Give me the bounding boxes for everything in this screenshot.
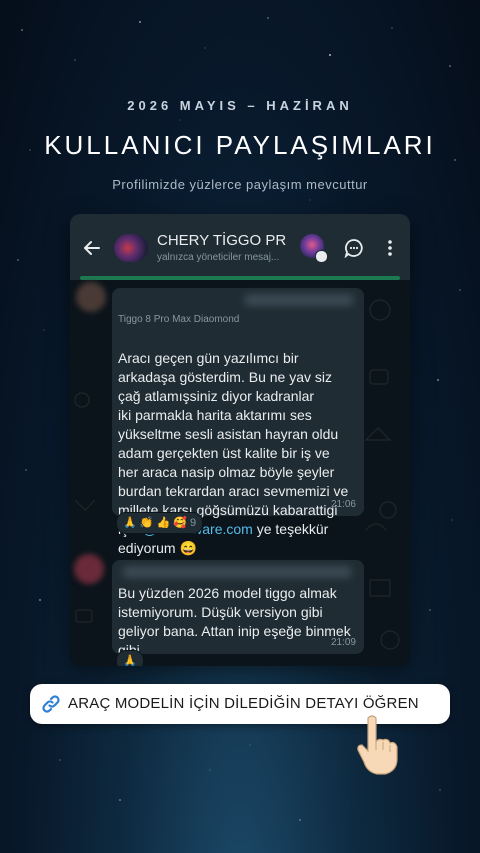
chat-bubble-icon[interactable]: [344, 238, 364, 258]
message-bubble[interactable]: Bu yüzden 2026 model tiggo almak istemiy…: [112, 560, 364, 658]
sender-tag: Tiggo 8 Pro Max Diaomond: [118, 314, 240, 325]
message-time: 21:06: [330, 499, 356, 510]
message-list[interactable]: Tiggo 8 Pro Max Diaomond Aracı geçen gün…: [70, 280, 410, 666]
chat-subtitle: yalnızca yöneticiler mesaj...: [157, 252, 280, 263]
reaction-bar[interactable]: 🙏: [116, 650, 144, 666]
reaction-count: 9: [190, 517, 197, 529]
message-text: Bu yüzden 2026 model tiggo almak istemiy…: [118, 585, 351, 658]
arrow-left-icon[interactable]: [82, 238, 102, 258]
more-vertical-icon[interactable]: [380, 238, 400, 258]
pointing-hand-icon: [357, 715, 398, 775]
chat-header: CHERY TİGGO PR... yalnızca yöneticiler m…: [70, 214, 410, 280]
page-caption: Profilimizde yüzlerce paylaşım mevcuttur: [112, 177, 368, 192]
reaction-emojis: 🙏: [123, 655, 137, 666]
sender-name-blurred: [244, 294, 354, 306]
chat-screenshot: CHERY TİGGO PR... yalnızca yöneticiler m…: [70, 214, 410, 666]
date-range: 2026 MAYIS – HAZİRAN: [127, 98, 353, 113]
sender-avatar[interactable]: [74, 554, 104, 584]
reaction-emojis: 🙏 👏 👍 🥰: [123, 517, 187, 529]
cta-label: ARAÇ MODELİN İÇİN DİLEDİĞİN DETAYI ÖĞREN: [68, 695, 419, 712]
message-time: 21:09: [330, 637, 356, 648]
verified-badge-icon: [315, 250, 328, 263]
link-icon: [42, 695, 60, 713]
sender-avatar[interactable]: [76, 282, 106, 312]
page-title: KULLANICI PAYLAŞIMLARI: [44, 130, 436, 160]
message-bubble[interactable]: Tiggo 8 Pro Max Diaomond Aracı geçen gün…: [112, 288, 364, 556]
group-avatar[interactable]: [114, 234, 148, 262]
sender-name-blurred: [122, 566, 352, 578]
reaction-bar[interactable]: 🙏 👏 👍 🥰 9: [116, 512, 204, 534]
chat-title[interactable]: CHERY TİGGO PR...: [157, 232, 287, 249]
